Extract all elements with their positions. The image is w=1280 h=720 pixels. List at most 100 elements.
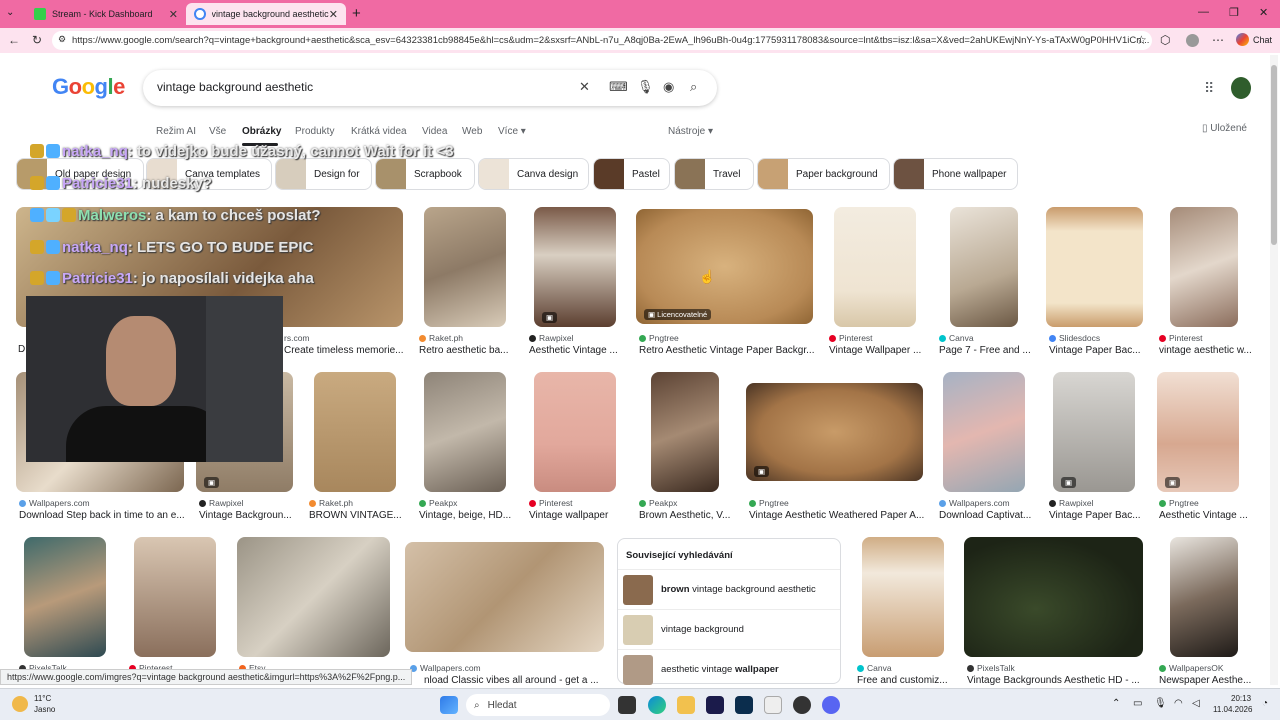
- image-result[interactable]: ▣: [746, 383, 923, 481]
- clock-date[interactable]: 11.04.2026: [1213, 705, 1252, 714]
- minimize-icon[interactable]: —: [1198, 6, 1209, 18]
- apps-grid-icon[interactable]: ⠿: [1204, 80, 1214, 97]
- account-avatar[interactable]: [1231, 77, 1251, 99]
- image-result[interactable]: [943, 372, 1025, 492]
- tab-kick-dashboard[interactable]: Stream - Kick Dashboard ✕: [26, 3, 186, 25]
- obs-icon[interactable]: [793, 696, 811, 714]
- tab-web[interactable]: Web: [462, 126, 482, 137]
- tab-google-search[interactable]: vintage background aesthetic - Hle ✕: [186, 3, 346, 25]
- tab-all[interactable]: Vše: [209, 126, 226, 137]
- chip-scrapbook[interactable]: Scrapbook: [375, 158, 475, 190]
- result-title[interactable]: Free and customiz...: [857, 675, 949, 686]
- search-icon[interactable]: ⌕: [690, 79, 697, 95]
- result-title[interactable]: Download Captivat...: [939, 510, 1031, 521]
- back-icon[interactable]: ←: [8, 33, 20, 47]
- result-title[interactable]: Aesthetic Vintage ...: [529, 345, 621, 356]
- new-tab-icon[interactable]: +: [352, 5, 361, 22]
- lens-icon[interactable]: ◉: [663, 79, 674, 95]
- app-icon[interactable]: [764, 696, 782, 714]
- window-close-icon[interactable]: ✕: [1259, 6, 1268, 19]
- photoshop-icon[interactable]: [735, 696, 753, 714]
- result-title[interactable]: Brown Aesthetic, V...: [639, 510, 731, 521]
- result-title[interactable]: BROWN VINTAGE...: [309, 510, 401, 521]
- start-icon[interactable]: [440, 696, 458, 714]
- maximize-icon[interactable]: ❐: [1229, 6, 1239, 19]
- result-title[interactable]: Vintage Backgroun...: [199, 510, 291, 521]
- extensions-icon[interactable]: ⬡: [1160, 33, 1170, 47]
- tab-videos[interactable]: Videa: [422, 126, 447, 137]
- bookmark-star-icon[interactable]: ☆: [1136, 33, 1147, 47]
- task-view-icon[interactable]: [618, 696, 636, 714]
- copilot-icon[interactable]: [1236, 33, 1249, 46]
- result-title[interactable]: Vintage Wallpaper ...: [829, 345, 921, 356]
- tools-button[interactable]: Nástroje ▾: [668, 126, 713, 137]
- chip-canva-design[interactable]: Canva design: [478, 158, 589, 190]
- image-result[interactable]: [964, 537, 1143, 657]
- scrollbar[interactable]: [1270, 55, 1278, 685]
- tab-ai-mode[interactable]: Režim AI: [156, 126, 196, 137]
- site-info-icon[interactable]: ⚙: [58, 34, 66, 45]
- image-result[interactable]: [314, 372, 396, 492]
- weather-temp[interactable]: 11°C: [34, 694, 51, 703]
- result-title[interactable]: Vintage wallpaper: [529, 510, 621, 521]
- taskbar-search[interactable]: ⌕ Hledat: [466, 694, 610, 716]
- tab-list-chevron-icon[interactable]: ⌄: [6, 7, 14, 18]
- image-result[interactable]: ▣: [1053, 372, 1135, 492]
- discord-icon[interactable]: [822, 696, 840, 714]
- result-title[interactable]: Newspaper Aesthe...: [1159, 675, 1251, 686]
- result-title[interactable]: Vintage Backgrounds Aesthetic HD - ...: [967, 675, 1143, 686]
- image-result[interactable]: [1170, 207, 1238, 327]
- image-result[interactable]: [651, 372, 719, 492]
- image-result[interactable]: [1046, 207, 1143, 327]
- keyboard-icon[interactable]: ⌨: [609, 79, 628, 95]
- image-result[interactable]: [405, 542, 604, 652]
- mic-icon[interactable]: 🎙: [1154, 698, 1167, 709]
- result-title-partial[interactable]: D: [18, 344, 25, 355]
- saved-button[interactable]: ▯ Uložené: [1202, 123, 1247, 134]
- chat-button[interactable]: Chat: [1253, 35, 1272, 45]
- profile-avatar[interactable]: [1186, 34, 1199, 47]
- result-title[interactable]: vintage aesthetic w...: [1159, 345, 1251, 356]
- image-result[interactable]: [24, 537, 106, 657]
- scrollbar-thumb[interactable]: [1271, 65, 1277, 245]
- result-title[interactable]: Vintage Paper Bac...: [1049, 510, 1141, 521]
- notification-icon[interactable]: ◔: [1262, 698, 1268, 709]
- related-item[interactable]: aesthetic vintage wallpaper: [618, 649, 840, 689]
- image-result[interactable]: [1170, 537, 1238, 657]
- chip-pastel[interactable]: Pastel: [593, 158, 670, 190]
- result-title[interactable]: Vintage Aesthetic Weathered Paper A...: [749, 510, 925, 521]
- search-box[interactable]: vintage background aesthetic ✕ ⌨ 🎙 ◉ ⌕: [143, 70, 717, 106]
- image-result[interactable]: [237, 537, 390, 657]
- file-explorer-icon[interactable]: [677, 696, 695, 714]
- wifi-icon[interactable]: ◠: [1174, 698, 1183, 709]
- url-field[interactable]: ⚙ https://www.google.com/search?q=vintag…: [52, 31, 1152, 50]
- microphone-icon[interactable]: 🎙: [637, 79, 654, 95]
- result-title[interactable]: Vintage Paper Bac...: [1049, 345, 1141, 356]
- edge-icon[interactable]: [648, 696, 666, 714]
- network-icon[interactable]: ▭: [1133, 698, 1142, 709]
- chip-travel[interactable]: Travel: [674, 158, 754, 190]
- weather-icon[interactable]: [12, 696, 28, 712]
- image-result[interactable]: ▣: [534, 207, 616, 327]
- tab-more[interactable]: Více ▾: [498, 126, 526, 137]
- image-result[interactable]: [834, 207, 916, 327]
- tray-chevron-icon[interactable]: ⌃: [1112, 698, 1120, 709]
- image-result[interactable]: [424, 372, 506, 492]
- result-title[interactable]: nload Classic vibes all around - get a .…: [424, 675, 604, 686]
- google-logo[interactable]: Google: [52, 74, 125, 100]
- chip-design-for[interactable]: Design for: [275, 158, 372, 190]
- chip-phone-wallpaper[interactable]: Phone wallpaper: [893, 158, 1018, 190]
- image-result[interactable]: [862, 537, 944, 657]
- reload-icon[interactable]: ↻: [32, 33, 42, 47]
- result-title[interactable]: Aesthetic Vintage ...: [1159, 510, 1251, 521]
- image-result[interactable]: [424, 207, 506, 327]
- volume-icon[interactable]: ◁: [1192, 698, 1200, 709]
- tab-short-videos[interactable]: Krátká videa: [351, 126, 407, 137]
- close-icon[interactable]: ✕: [169, 8, 178, 21]
- menu-icon[interactable]: ⋯: [1212, 33, 1224, 47]
- result-title[interactable]: Page 7 - Free and ...: [939, 345, 1031, 356]
- clear-icon[interactable]: ✕: [579, 79, 590, 95]
- image-result[interactable]: ▣: [1157, 372, 1239, 492]
- image-result[interactable]: [534, 372, 616, 492]
- image-result[interactable]: [950, 207, 1018, 327]
